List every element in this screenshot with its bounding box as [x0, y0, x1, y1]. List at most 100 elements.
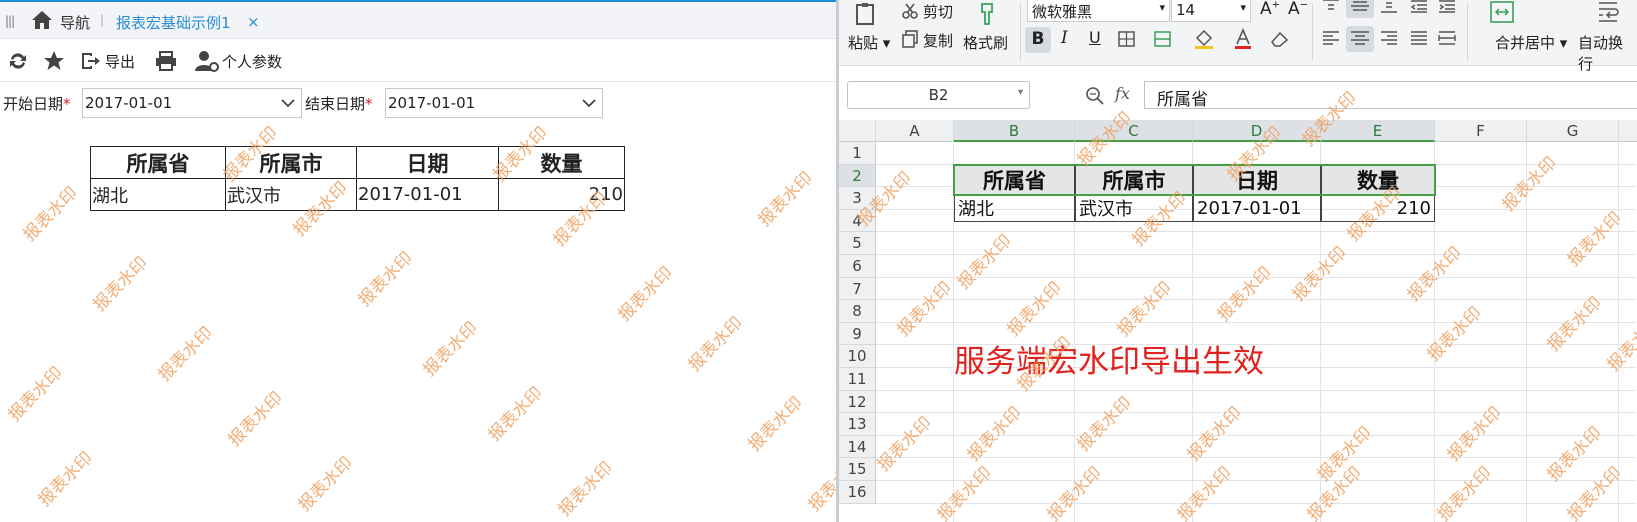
column-header-c[interactable]: C	[1075, 120, 1193, 142]
gridline	[876, 389, 1636, 391]
fill-pattern-icon[interactable]	[1153, 30, 1173, 48]
watermark-text: 报表水印	[19, 183, 82, 246]
menu-grip-icon[interactable]: |||	[5, 14, 15, 28]
header-province: 所属省	[90, 146, 226, 179]
bold-button[interactable]: B	[1025, 27, 1051, 53]
justify-icon[interactable]	[1409, 30, 1429, 46]
column-header-f[interactable]: F	[1435, 120, 1527, 142]
eraser-icon[interactable]	[1269, 30, 1291, 48]
row-header-12[interactable]: 12	[839, 390, 876, 414]
paste-icon[interactable]	[853, 2, 879, 26]
align-middle-button[interactable]	[1346, 0, 1374, 18]
sheet-header-city[interactable]: 所属市	[1075, 164, 1193, 196]
column-header-g[interactable]: G	[1527, 120, 1619, 142]
paste-button[interactable]: 粘贴 ▾	[848, 32, 890, 53]
column-header-a[interactable]: A	[876, 120, 954, 142]
row-header-16[interactable]: 16	[839, 481, 876, 504]
format-painter-button[interactable]: 格式刷	[963, 32, 1008, 53]
watermark-text: 报表水印	[1043, 463, 1106, 522]
row-header-9[interactable]: 9	[839, 322, 876, 346]
wrap-text-button[interactable]: 自动换行	[1578, 32, 1637, 74]
row-header-10[interactable]: 10	[839, 345, 876, 368]
scissors-icon	[902, 3, 918, 19]
column-header-d[interactable]: D	[1193, 120, 1321, 142]
column-header-h[interactable]: H	[1619, 120, 1637, 142]
row-header-3[interactable]: 3	[839, 187, 876, 210]
fx-icon[interactable]: fx	[1115, 84, 1130, 103]
increase-font-icon[interactable]: A+	[1260, 0, 1280, 19]
sheet-cell-date[interactable]: 2017-01-01	[1193, 195, 1321, 222]
favorite-button[interactable]	[43, 50, 65, 72]
cell-quantity: 210	[498, 178, 625, 211]
tab-report[interactable]: 报表宏基础示例1	[116, 12, 231, 33]
distributed-icon[interactable]	[1437, 30, 1457, 46]
fill-color-icon[interactable]	[1193, 28, 1215, 50]
personal-params-button[interactable]: 个人参数	[195, 50, 282, 72]
row-header-11[interactable]: 11	[839, 368, 876, 391]
sheet-cell-quantity[interactable]: 210	[1321, 195, 1435, 222]
refresh-button[interactable]	[8, 50, 28, 72]
watermark-text: 报表水印	[963, 403, 1026, 466]
copy-button[interactable]: 复制	[923, 30, 953, 51]
font-name-select[interactable]: 微软雅黑 ▾	[1027, 0, 1170, 22]
sheet-cell-province[interactable]: 湖北	[954, 195, 1075, 222]
column-header-b[interactable]: B	[954, 120, 1075, 142]
font-size-select[interactable]: 14 ▾	[1171, 0, 1251, 22]
sheet-grid[interactable]: ABCDEFGH12345678910111213141516所属省湖北所属市武…	[839, 88, 1637, 522]
cut-button[interactable]: 剪切	[923, 1, 953, 22]
decrease-indent-icon[interactable]	[1409, 0, 1429, 14]
row-header-1[interactable]: 1	[839, 142, 876, 165]
watermark-text: 报表水印	[1543, 423, 1606, 486]
zoom-icon[interactable]	[1085, 86, 1105, 106]
row-header-2[interactable]: 2	[839, 164, 876, 188]
star-icon	[44, 51, 64, 70]
merge-center-button[interactable]: 合并居中 ▾	[1495, 32, 1567, 53]
format-painter-icon	[981, 3, 993, 25]
underline-button[interactable]: U	[1089, 28, 1101, 47]
row-header-7[interactable]: 7	[839, 277, 876, 301]
watermark-text: 报表水印	[1003, 278, 1066, 341]
row-header-8[interactable]: 8	[839, 300, 876, 323]
watermark-text: 报表水印	[804, 453, 836, 516]
export-button[interactable]: 导出	[80, 50, 135, 72]
align-center-button[interactable]	[1346, 26, 1374, 52]
align-bottom-icon[interactable]	[1379, 0, 1399, 14]
watermark-text: 报表水印	[4, 363, 67, 426]
column-header-e[interactable]: E	[1321, 120, 1435, 142]
gridline	[876, 412, 1636, 414]
font-color-icon[interactable]	[1233, 28, 1253, 50]
row-header-5[interactable]: 5	[839, 232, 876, 255]
watermark-text: 报表水印	[614, 263, 677, 326]
sheet-cell-city[interactable]: 武汉市	[1075, 195, 1193, 222]
report-table: 所属省 所属市 日期 数量 湖北 武汉市 2017-01-01 210	[90, 146, 625, 211]
name-box[interactable]: B2 ▾	[847, 81, 1030, 109]
tab-nav[interactable]: 导航	[60, 12, 90, 33]
border-icon[interactable]	[1117, 30, 1137, 48]
chevron-down-icon	[281, 99, 295, 108]
align-top-icon[interactable]	[1321, 0, 1341, 14]
italic-button[interactable]: I	[1061, 28, 1068, 48]
sheet-header-quantity[interactable]: 数量	[1321, 164, 1435, 196]
ribbon-toolbar: 粘贴 ▾ 剪切 复制 格式刷 微软雅黑 ▾ 14 ▾ A+ A− B I U 合…	[839, 0, 1637, 73]
sheet-header-date[interactable]: 日期	[1193, 164, 1321, 196]
select-all-corner[interactable]	[839, 120, 876, 142]
formula-input[interactable]: 所属省	[1144, 81, 1637, 110]
increase-indent-icon[interactable]	[1437, 0, 1457, 14]
sheet-header-province[interactable]: 所属省	[954, 164, 1075, 196]
start-date-select[interactable]: 2017-01-01	[82, 88, 302, 118]
print-button[interactable]	[155, 50, 177, 72]
end-date-select[interactable]: 2017-01-01	[385, 88, 603, 118]
header-city: 所属市	[225, 146, 357, 179]
home-icon[interactable]	[31, 10, 53, 30]
row-header-15[interactable]: 15	[839, 458, 876, 481]
decrease-font-icon[interactable]: A−	[1288, 0, 1308, 19]
row-header-4[interactable]: 4	[839, 209, 876, 233]
row-header-6[interactable]: 6	[839, 255, 876, 278]
row-header-13[interactable]: 13	[839, 413, 876, 436]
align-right-icon[interactable]	[1379, 30, 1399, 46]
row-header-14[interactable]: 14	[839, 435, 876, 459]
align-left-icon[interactable]	[1321, 30, 1341, 46]
close-icon[interactable]: ×	[247, 13, 260, 31]
personal-params-label: 个人参数	[222, 52, 283, 71]
gridline	[876, 254, 1636, 255]
